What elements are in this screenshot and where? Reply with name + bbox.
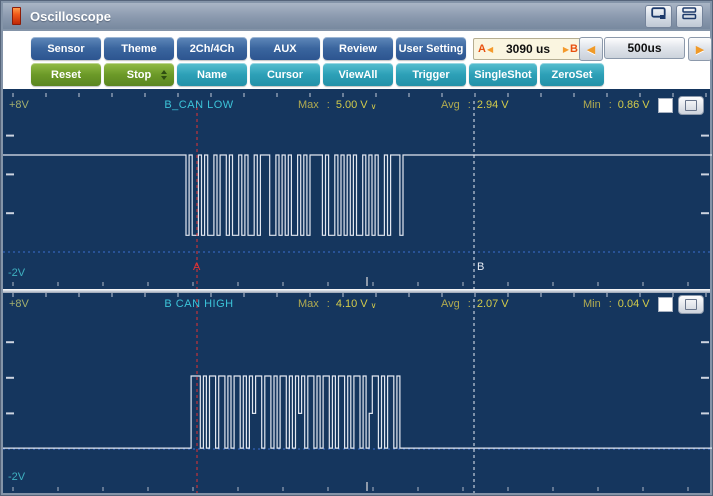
title-bar: Oscilloscope [3,3,710,29]
spinner-icon[interactable] [161,70,167,80]
user-setting-button[interactable]: User Setting [396,37,466,60]
cursor-b-label: B [570,43,578,55]
channel-mode-button[interactable]: 2Ch/4Ch [177,37,247,60]
channel-1-plot [3,89,712,289]
cursor-a-label: A [478,43,486,55]
stat-avg: Avg:2.94 V [441,99,509,111]
singleshot-button[interactable]: SingleShot [469,63,537,86]
sensor-button[interactable]: Sensor [31,37,101,60]
cursor-button[interactable]: Cursor [250,63,320,86]
channel-1-pane: +8V B_CAN LOW Max:5.00 V∨ Avg:2.94 V Min… [3,89,710,289]
scale-bottom-label: -2V [8,267,25,279]
stop-button-label: Stop [127,69,151,81]
channel-2-name[interactable]: B CAN HIGH [151,298,247,310]
app-icon [12,7,21,25]
stat-min: Min:0.04 V [583,298,650,310]
window-title: Oscilloscope [30,9,111,24]
zeroset-button[interactable]: ZeroSet [540,63,604,86]
left-arrow-icon: ◀ [587,43,595,56]
stat-min: Min:0.86 V [583,99,650,111]
aux-button[interactable]: AUX [250,37,320,60]
ab-time-readout: A ◀ 3090 us ▶ B [473,38,583,60]
scale-top-label: +8V [9,298,29,310]
channel-1-expand-button[interactable] [678,96,704,115]
layout-toggle-button[interactable] [676,5,703,28]
screen-icon [651,7,667,25]
channel-1-visibility-checkbox[interactable] [658,98,673,113]
timebase-decrease-button[interactable]: ◀ [579,37,603,61]
channel-2-visibility-checkbox[interactable] [658,297,673,312]
channel-2-header: +8V B CAN HIGH Max:4.10 V∨ Avg:2.07 V Mi… [3,298,710,313]
stat-avg: Avg:2.07 V [441,298,509,310]
stat-max: Max:4.10 V∨ [298,298,377,310]
cursor-b-tag[interactable]: B [477,261,484,273]
review-button[interactable]: Review [323,37,393,60]
channel-1-name[interactable]: B_CAN LOW [151,99,247,111]
theme-button[interactable]: Theme [104,37,174,60]
chevron-down-icon[interactable]: ∨ [371,102,377,111]
stop-button[interactable]: Stop [104,63,174,86]
channel-2-expand-button[interactable] [678,295,704,314]
waveform-trace [3,376,712,448]
cursor-a-marker-icon: ◀ [487,45,493,54]
window-body: Sensor Theme 2Ch/4Ch AUX Review User Set… [3,31,710,493]
scale-top-label: +8V [9,99,29,111]
channel-1-header: +8V B_CAN LOW Max:5.00 V∨ Avg:2.94 V Min… [3,99,710,114]
timebase-increase-button[interactable]: ▶ [688,37,712,61]
expand-icon [685,299,697,310]
oscilloscope-window: Oscilloscope Sensor Theme 2Ch/4Ch AUX Re… [0,0,713,496]
toolbar-row-1: Sensor Theme 2Ch/4Ch AUX Review User Set… [31,37,466,60]
scope-display: +8V B_CAN LOW Max:5.00 V∨ Avg:2.94 V Min… [3,89,710,493]
chevron-down-icon[interactable]: ∨ [371,301,377,310]
channel-2-plot [3,293,712,493]
ab-delta-value: 3090 us [494,42,562,56]
toolbar-row-2: Reset Stop Name Cursor ViewAll Trigger S… [31,63,604,86]
scale-bottom-label: -2V [8,471,25,483]
stat-max: Max:5.00 V∨ [298,99,377,111]
cursor-b-marker-icon: ▶ [563,45,569,54]
right-arrow-icon: ▶ [696,43,704,56]
waveform-trace [3,155,712,235]
viewall-button[interactable]: ViewAll [323,63,393,86]
display-toggle-button[interactable] [645,5,672,28]
name-button[interactable]: Name [177,63,247,86]
split-bars-icon [682,7,697,25]
channel-2-pane: +8V B CAN HIGH Max:4.10 V∨ Avg:2.07 V Mi… [3,293,710,493]
trigger-button[interactable]: Trigger [396,63,466,86]
timebase-value: 500us [604,37,685,59]
expand-icon [685,100,697,111]
cursor-a-tag[interactable]: A [193,261,200,273]
reset-button[interactable]: Reset [31,63,101,86]
